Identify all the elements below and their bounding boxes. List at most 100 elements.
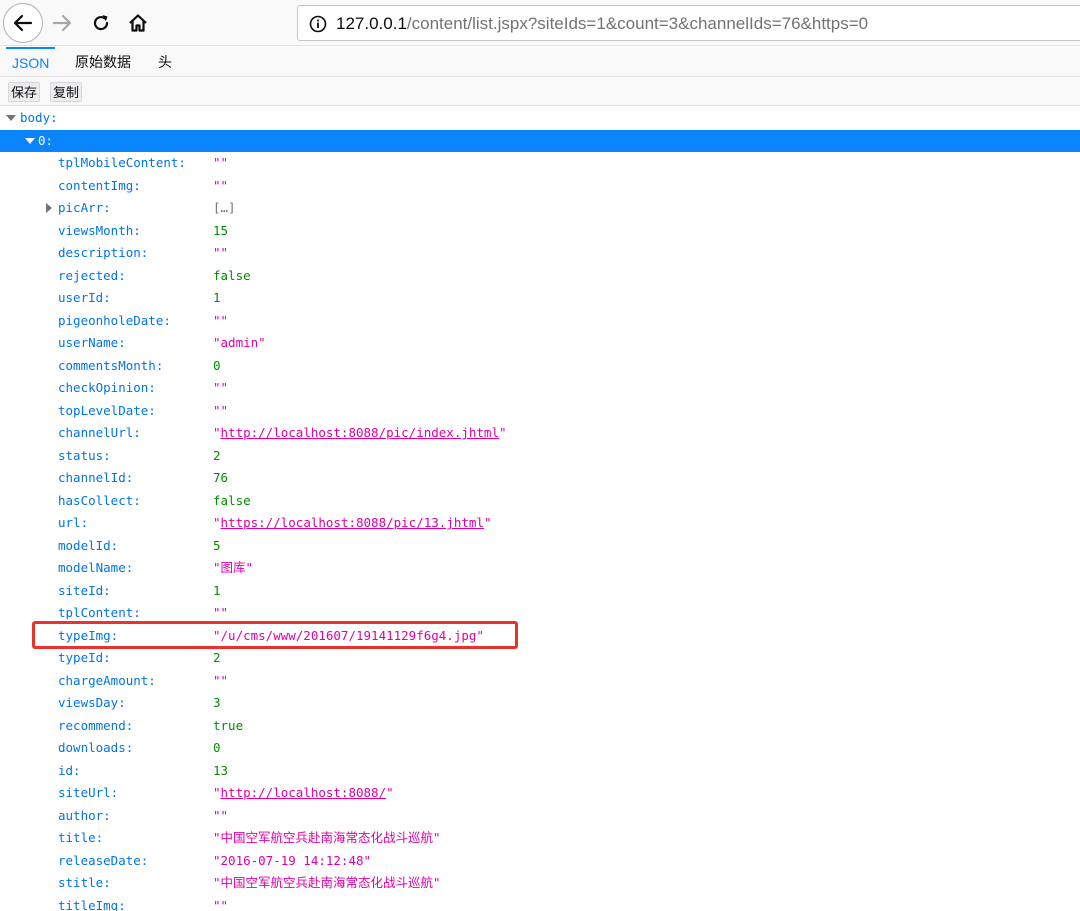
tree-value: "2016-07-19 14:12:48" [213,852,372,868]
tree-key: channelId: [58,470,134,485]
tree-row-selected[interactable]: 0: [0,129,1080,152]
tree-key: siteUrl: [58,785,119,800]
viewer-tabs: JSON 原始数据 头 [0,47,1080,77]
tree-key: viewsDay: [58,695,126,710]
tree-row[interactable]: stitle: "中国空军航空兵赴南海常态化战斗巡航" [0,872,1080,895]
tree-row[interactable]: userName: "admin" [0,332,1080,355]
tree-key: body: [20,110,58,125]
collapse-toggle-icon[interactable] [25,137,35,144]
tree-key: downloads: [58,740,134,755]
tree-value: true [213,717,244,733]
tree-value: "" [213,897,229,911]
tab-raw-data[interactable]: 原始数据 [69,47,137,77]
save-button[interactable]: 保存 [8,82,41,102]
tree-value: "admin" [213,335,266,350]
tree-row[interactable]: rejected: false [0,265,1080,288]
tree-value: false [213,492,251,508]
tree-value: "中国空军航空兵赴南海常态化战斗巡航" [213,875,441,890]
tree-value: 2 [213,650,221,665]
tree-key: releaseDate: [58,852,149,868]
home-button[interactable] [123,8,153,38]
tree-key: checkOpinion: [58,380,156,395]
tree-key: status: [58,447,111,463]
tree-value: "图库" [213,560,254,575]
tree-value: "中国空军航空兵赴南海常态化战斗巡航" [213,830,441,845]
tree-row-body[interactable]: body: [0,107,1080,130]
tab-headers[interactable]: 头 [152,47,178,77]
tree-row[interactable]: siteId: 1 [0,580,1080,603]
tree-key: modelName: [58,560,134,575]
home-icon [129,14,147,32]
tree-row[interactable]: modelName: "图库" [0,557,1080,580]
tree-row[interactable]: channelId: 76 [0,467,1080,490]
tree-value: "" [213,380,229,395]
tree-value[interactable]: "https://localhost:8088/pic/13.jhtml" [213,512,491,535]
tree-row[interactable]: downloads: 0 [0,737,1080,760]
reload-icon [93,15,109,31]
url-text[interactable]: 127.0.0.1/content/list.jspx?siteIds=1&co… [336,14,868,34]
tree-row[interactable]: chargeAmount: "" [0,670,1080,693]
tree-row[interactable]: id: 13 [0,760,1080,783]
url-path: /content/list.jspx?siteIds=1&count=3&cha… [406,14,869,33]
tree-value: 0 [213,357,221,373]
tree-row[interactable]: tplMobileContent: "" [0,152,1080,175]
tree-row[interactable]: typeId: 2 [0,647,1080,670]
address-bar[interactable]: 127.0.0.1/content/list.jspx?siteIds=1&co… [297,5,1080,41]
tree-key: description: [58,245,149,260]
expand-toggle-icon[interactable] [46,203,52,213]
tree-value[interactable]: "http://localhost:8088/" [213,782,394,805]
forward-button[interactable] [47,8,77,38]
tree-row[interactable]: recommend: true [0,715,1080,738]
tab-json[interactable]: JSON [6,47,56,77]
tree-key: pigeonholeDate: [58,312,171,328]
tree-key: titleImg: [58,897,126,911]
tree-row[interactable]: description: "" [0,242,1080,265]
tree-row[interactable]: hasCollect: false [0,490,1080,513]
tree-row[interactable]: commentsMonth: 0 [0,355,1080,378]
tree-key: userName: [58,335,126,350]
tree-value: "" [213,402,229,418]
tree-key: picArr: [58,200,111,215]
reload-button[interactable] [86,8,116,38]
tree-row[interactable]: title: "中国空军航空兵赴南海常态化战斗巡航" [0,827,1080,850]
tree-value: "" [213,155,229,170]
tree-value: 15 [213,222,229,238]
link-value[interactable]: http://localhost:8088/ [221,785,387,800]
tree-row[interactable]: titleImg: "" [0,895,1080,911]
tree-row[interactable]: status: 2 [0,445,1080,468]
tree-row[interactable]: userId: 1 [0,287,1080,310]
back-button[interactable] [3,3,43,43]
tree-value: "" [213,245,229,260]
tree-value[interactable]: "http://localhost:8088/pic/index.jhtml" [213,422,507,445]
tree-row[interactable]: contentImg: "" [0,175,1080,198]
tree-value: 1 [213,290,221,305]
tree-value: false [213,267,251,283]
copy-button[interactable]: 复制 [50,82,83,102]
tree-row[interactable]: releaseDate: "2016-07-19 14:12:48" [0,850,1080,873]
tree-row[interactable]: topLevelDate: "" [0,400,1080,423]
tree-row[interactable]: pigeonholeDate: "" [0,310,1080,333]
tree-value: 5 [213,537,221,553]
tree-row[interactable]: channelUrl: "http://localhost:8088/pic/in… [0,422,1080,445]
tree-key: recommend: [58,717,134,733]
tree-key: modelId: [58,537,119,553]
tree-row[interactable]: checkOpinion: "" [0,377,1080,400]
link-value[interactable]: https://localhost:8088/pic/13.jhtml [221,515,484,530]
tree-row[interactable]: siteUrl: "http://localhost:8088/" [0,782,1080,805]
tree-row[interactable]: url: "https://localhost:8088/pic/13.jhtml… [0,512,1080,535]
tree-key: viewsMonth: [58,222,141,238]
tree-row[interactable]: viewsDay: 3 [0,692,1080,715]
tree-row[interactable]: author: "" [0,805,1080,828]
tree-key: stitle: [58,875,111,890]
tree-row[interactable]: picArr: […] [0,197,1080,220]
tree-value: 2 [213,447,221,463]
collapse-toggle-icon[interactable] [6,115,16,121]
link-value[interactable]: http://localhost:8088/pic/index.jhtml [221,425,499,440]
json-actions-bar: 保存 复制 [0,78,1080,106]
tree-row[interactable]: modelId: 5 [0,535,1080,558]
url-host: 127.0.0.1 [336,14,407,33]
info-icon[interactable] [309,15,327,33]
tree-row[interactable]: viewsMonth: 15 [0,220,1080,243]
tree-key: chargeAmount: [58,672,156,688]
tree-key: channelUrl: [58,425,141,440]
